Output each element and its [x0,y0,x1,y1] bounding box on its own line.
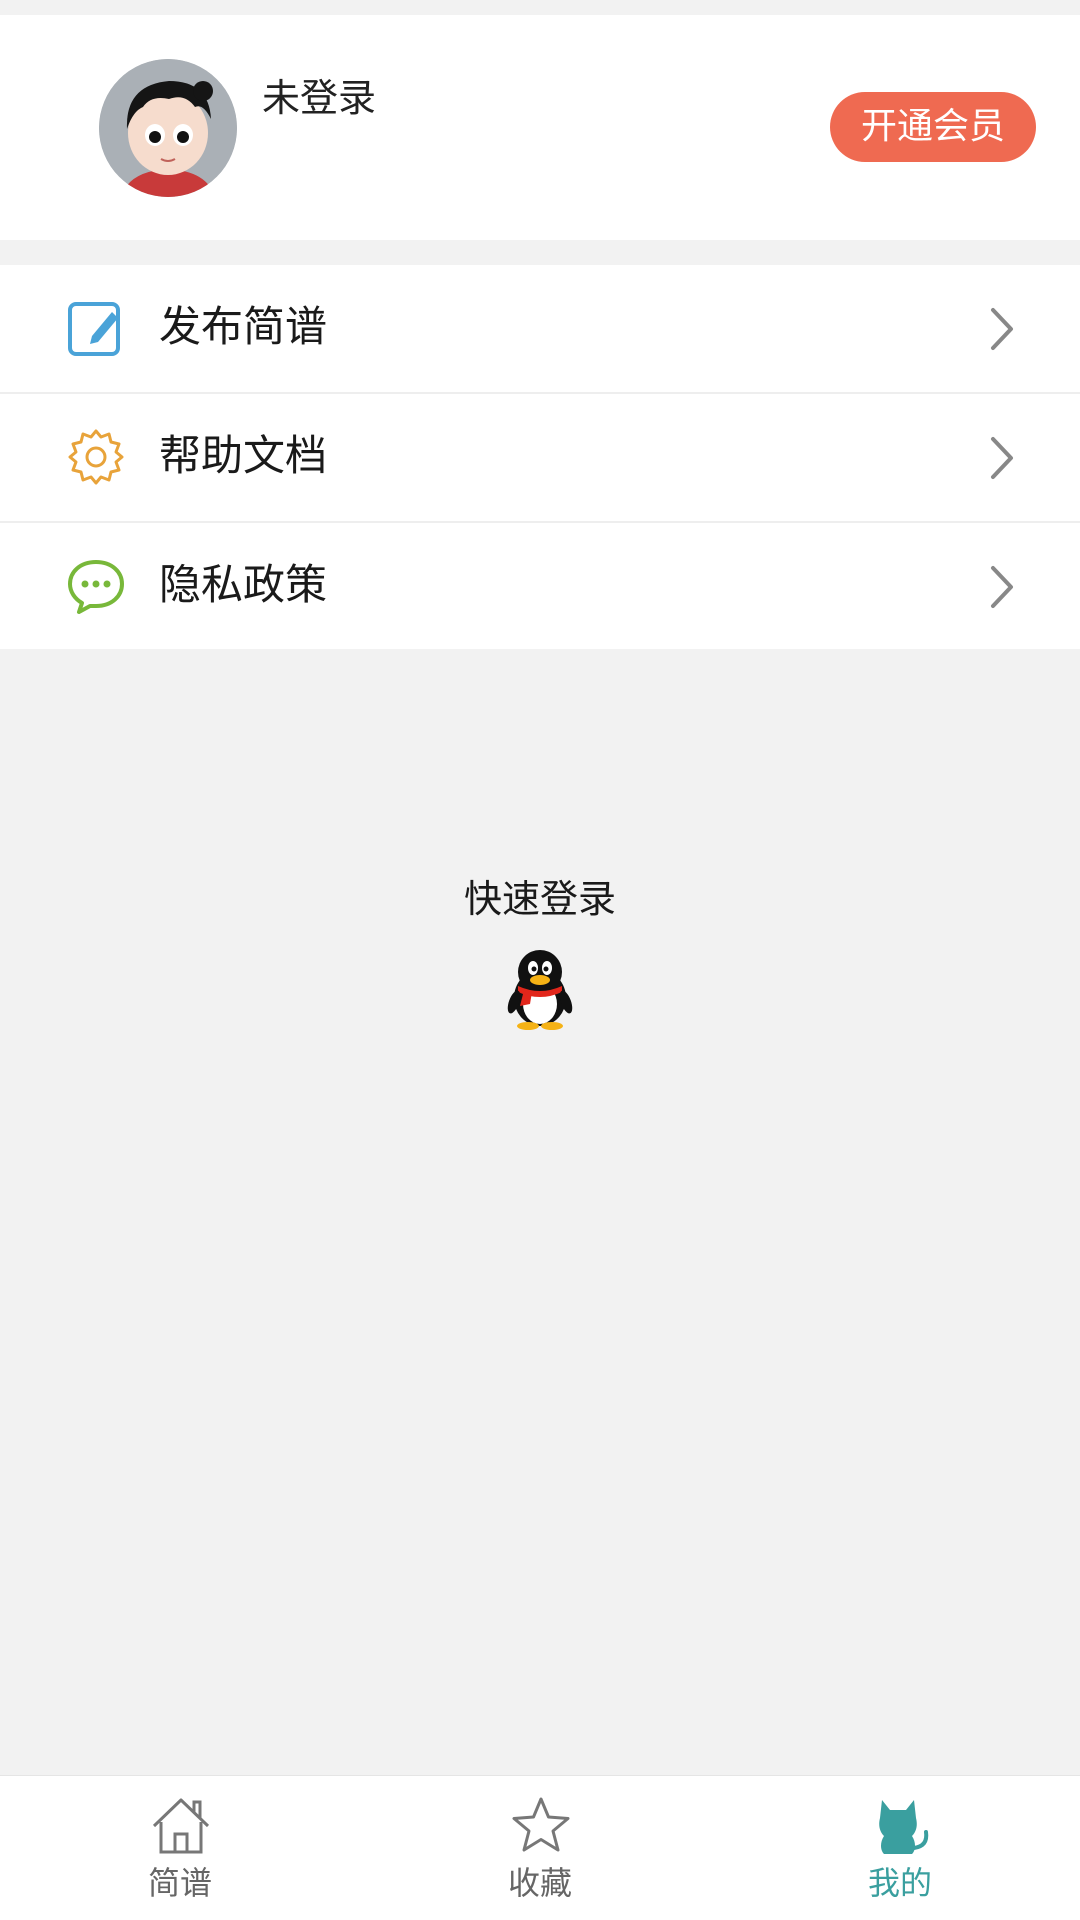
chat-bubble-icon [66,556,126,616]
chevron-right-icon [988,435,1016,481]
open-membership-button[interactable]: 开通会员 [830,92,1036,162]
menu-item-label: 隐私政策 [159,560,328,609]
tab-label: 简谱 [147,1864,212,1902]
qq-penguin-icon[interactable] [504,946,576,1030]
menu-item-label: 发布简谱 [159,302,328,351]
menu-item-privacy[interactable]: 隐私政策 [0,523,1080,649]
menu-item-publish[interactable]: 发布简谱 [0,265,1080,394]
quick-login-title: 快速登录 [463,877,616,921]
tab-mine[interactable]: 我的 [720,1776,1080,1920]
login-status-label[interactable]: 未登录 [262,79,376,117]
gear-icon [66,427,126,487]
profile-page: 未登录 开通会员 发布简谱 帮助文档 隐私政策 快速登录 简谱 收藏 我的 [0,0,1080,1920]
edit-icon [66,298,126,358]
menu-item-help[interactable]: 帮助文档 [0,394,1080,523]
tab-favorites[interactable]: 收藏 [360,1776,720,1920]
chevron-right-icon [988,306,1016,352]
profile-header: 未登录 开通会员 [0,15,1080,240]
avatar-face-icon [99,59,237,197]
avatar[interactable] [99,59,237,197]
star-icon [510,1796,572,1856]
chevron-right-icon [988,564,1016,610]
menu-item-label: 帮助文档 [159,431,328,480]
bottom-tab-bar: 简谱 收藏 我的 [0,1775,1080,1920]
settings-menu: 发布简谱 帮助文档 隐私政策 [0,265,1080,649]
tab-jianpu[interactable]: 简谱 [0,1776,360,1920]
home-icon [150,1796,212,1856]
tab-label: 收藏 [507,1864,572,1902]
cat-icon [870,1796,932,1856]
tab-label: 我的 [867,1864,932,1902]
